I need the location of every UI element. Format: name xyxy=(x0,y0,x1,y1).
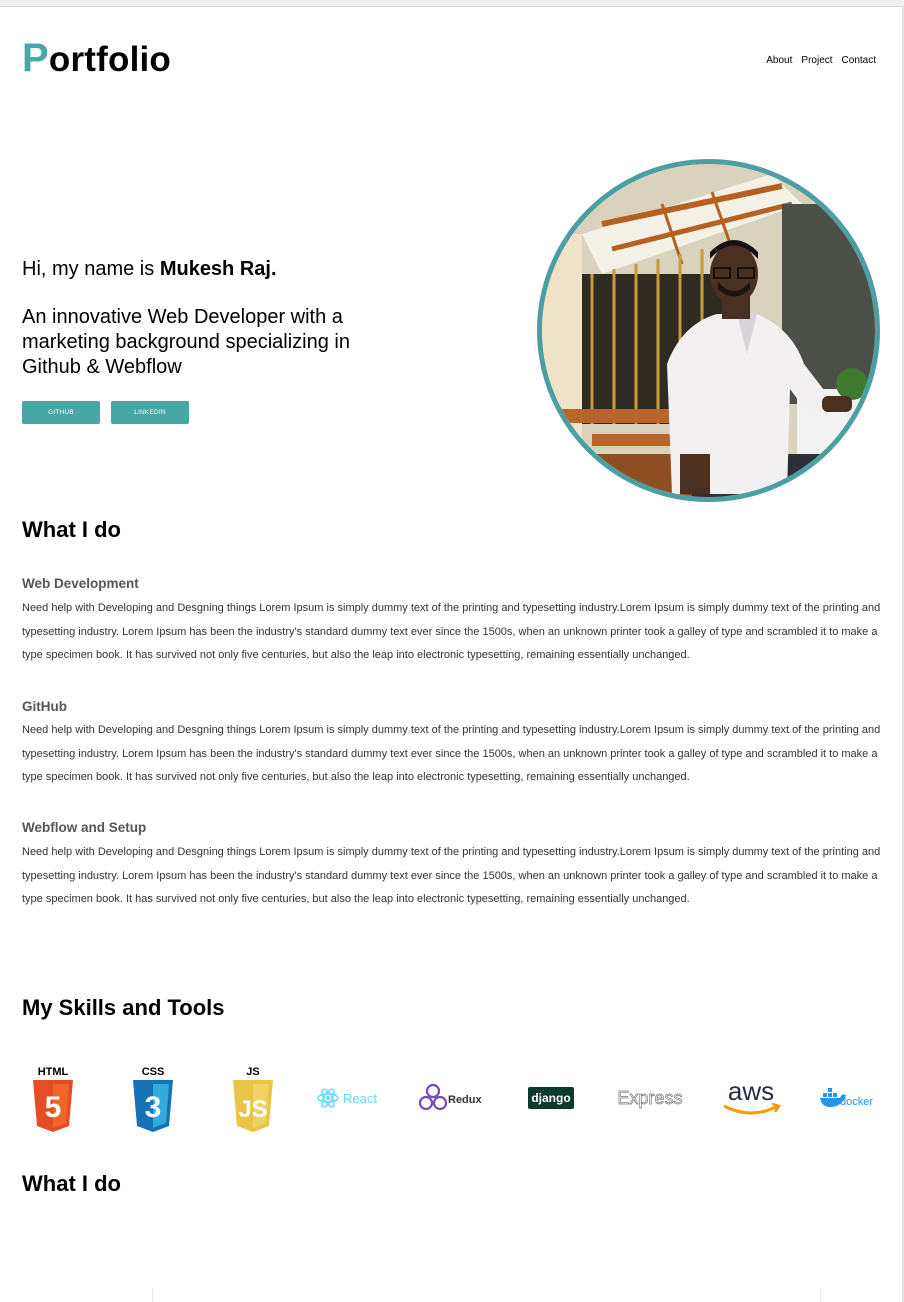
express-icon: Express xyxy=(616,1058,684,1138)
django-icon: django xyxy=(526,1058,576,1138)
nav-contact[interactable]: Contact xyxy=(842,55,876,66)
github-button[interactable]: GITHUB xyxy=(22,401,100,424)
divider xyxy=(152,1288,153,1302)
profile-photo-illustration xyxy=(542,164,875,497)
svg-text:5: 5 xyxy=(45,1091,62,1124)
service-description: Need help with Developing and Desgning t… xyxy=(22,602,881,661)
react-icon: React xyxy=(317,1058,389,1138)
hero-greeting: Hi, my name is Mukesh Raj. xyxy=(22,258,277,281)
nav-project[interactable]: Project xyxy=(801,55,832,66)
css3-icon: CSS 3 xyxy=(122,1058,184,1138)
hero-tagline: An innovative Web Developer with a marke… xyxy=(22,306,350,378)
express-label: Express xyxy=(617,1088,682,1108)
service-description: Need help with Developing and Desgning t… xyxy=(22,724,881,783)
logo-text: ortfolio xyxy=(48,40,172,79)
main-nav: About Project Contact xyxy=(766,55,876,66)
logo[interactable]: Portfolio xyxy=(22,38,171,78)
hero-name: Mukesh Raj. xyxy=(159,258,277,280)
react-label: React xyxy=(343,1091,377,1106)
profile-photo xyxy=(537,159,880,502)
aws-icon: aws xyxy=(720,1058,782,1138)
svg-text:3: 3 xyxy=(145,1091,162,1124)
redux-icon: Redux xyxy=(418,1058,484,1138)
html5-label: HTML xyxy=(38,1066,69,1078)
service-title: Web Development xyxy=(22,576,139,591)
redux-label: Redux xyxy=(448,1094,483,1106)
svg-text:JS: JS xyxy=(238,1096,267,1123)
css3-label: CSS xyxy=(142,1066,165,1078)
top-border xyxy=(0,0,904,7)
service-title: Webflow and Setup xyxy=(22,820,147,835)
js-icon: JS JS xyxy=(222,1058,284,1138)
divider xyxy=(820,1288,821,1302)
docker-label: docker xyxy=(840,1096,873,1108)
django-label: django xyxy=(531,1091,570,1105)
logo-initial: P xyxy=(22,36,49,80)
js-label: JS xyxy=(246,1066,259,1078)
nav-about[interactable]: About xyxy=(766,55,792,66)
service-description: Need help with Developing and Desgning t… xyxy=(22,846,881,905)
docker-icon: docker xyxy=(818,1058,880,1138)
greeting-text: Hi, my name is xyxy=(22,258,160,280)
service-title: GitHub xyxy=(22,699,67,714)
html5-icon: HTML 5 xyxy=(22,1058,84,1138)
what-i-do-heading-2: What I do xyxy=(22,1171,121,1196)
skills-heading: My Skills and Tools xyxy=(22,995,225,1020)
what-i-do-heading: What I do xyxy=(22,517,121,542)
linkedin-button[interactable]: LINKEDIN xyxy=(111,401,189,424)
aws-label: aws xyxy=(728,1076,774,1106)
skills-logos: HTML 5 CSS 3 JS JS React Redux django Ex… xyxy=(22,1058,884,1138)
